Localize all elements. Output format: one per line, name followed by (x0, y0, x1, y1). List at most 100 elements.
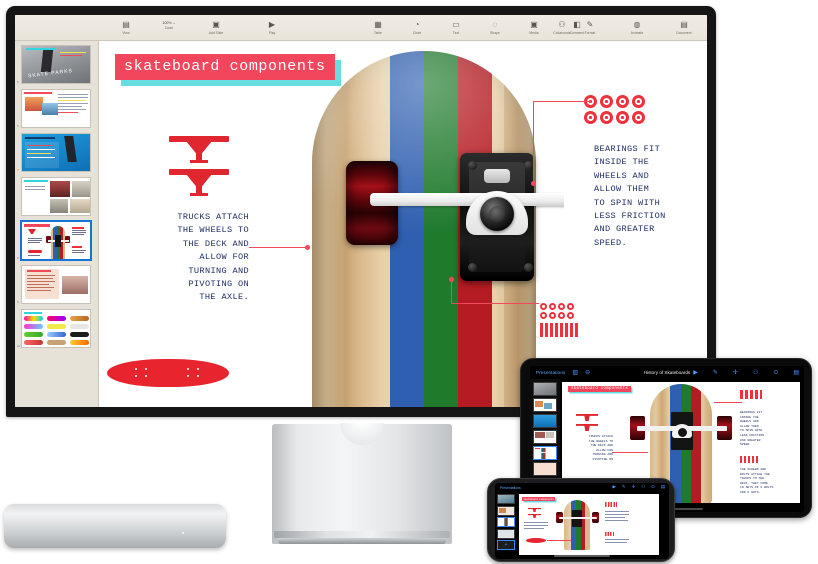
iphone-add-slide-button[interactable]: + (497, 540, 515, 550)
toolbar-button-table[interactable]: ▦ Table (365, 21, 391, 35)
skateboard-photo[interactable] (284, 41, 564, 407)
ipad-truck-icon-a (576, 414, 598, 421)
collaborate-icon[interactable]: ⚇ (753, 370, 758, 376)
iphone-toolbar[interactable]: Presentations ▶ ✎ ✛ ⚇ ⊙ ▤ (495, 483, 669, 492)
toolbar-left-group[interactable]: ▤ View 100% ⌄ Zoom ▣ Add Slide (113, 21, 233, 35)
ipad-presentations-button[interactable]: Presentations (536, 370, 565, 375)
more-icon[interactable]: ⊙ (651, 484, 655, 489)
toolbar-label-media: Media (529, 30, 539, 35)
ipad-slide-thumbnail[interactable] (533, 462, 557, 476)
bearing-ring (616, 111, 629, 124)
ipad-toolbar[interactable]: Presentations ▥ ⊖ History of Skateboards… (530, 366, 804, 379)
document-icon[interactable]: ▤ (793, 370, 799, 376)
slide-thumbnail-item[interactable]: SKATE PARKS 5 (17, 45, 92, 84)
callout-text-deck[interactable]: THE DECK IS THE PLATFORM (137, 405, 252, 407)
toolbar-button-animate[interactable]: ◍ Animate (620, 21, 654, 35)
iphone-slide-thumbnail[interactable] (497, 505, 515, 516)
sidebar-icon[interactable]: ▥ (572, 370, 578, 376)
iphone-presentations-button[interactable]: Presentations (500, 486, 521, 490)
format-icon[interactable]: ✎ (622, 484, 626, 489)
slide-thumbnail-item[interactable]: 10 (17, 309, 92, 348)
ipad-slide-thumbnail-current[interactable] (533, 446, 557, 460)
screw (560, 323, 563, 337)
slide-canvas[interactable]: skateboard components TRUCKS ATTACH THE … (99, 41, 707, 407)
screw (540, 323, 543, 337)
bearing-ring (600, 111, 613, 124)
ipad-callout-trucks: TRUCKS ATTACH THE WHEELS TO THE DECK AND… (588, 434, 613, 461)
iphone-slide-thumbnail[interactable] (497, 494, 515, 504)
toolbar-button-view[interactable]: ▤ View (113, 21, 139, 35)
toolbar-button-play[interactable]: ▶ Play (259, 21, 285, 35)
toolbar-button-document[interactable]: ▤ Document (667, 21, 701, 35)
bearing-ring (584, 111, 597, 124)
ipad-callout-screws: THE SCREWS AND BOLTS ATTACH THE TRUCKS T… (740, 467, 774, 494)
toolbar-button-media[interactable]: ▣ Media (521, 21, 547, 35)
zoom-icon[interactable]: ⊖ (585, 370, 590, 376)
collaborate-icon: ⚇ (558, 20, 566, 29)
collaborate-icon[interactable]: ⚇ (641, 484, 645, 489)
ipad-slide-thumbnail[interactable] (533, 414, 557, 428)
slide-thumbnail-item[interactable]: 7 (17, 133, 92, 172)
slide-thumbnail-item[interactable]: 9 (17, 265, 92, 304)
toolbar-right-group[interactable]: ✎ Format ◍ Animate ▤ Document (573, 21, 701, 35)
play-icon[interactable]: ▶ (612, 484, 615, 489)
toolbar-button-format[interactable]: ✎ Format (573, 21, 607, 35)
toolbar-label-shape: Shape (490, 30, 500, 35)
callout-text-trucks[interactable]: TRUCKS ATTACH THE WHEELS TO THE DECK AND… (127, 211, 249, 305)
slide-thumbnail-item[interactable]: 6 (17, 89, 92, 128)
toolbar-button-zoom[interactable]: 100% ⌄ Zoom (152, 21, 186, 30)
iphone-toolbar-right[interactable]: ▶ ✎ ✛ ⚇ ⊙ ▤ (612, 484, 665, 489)
iphone-slide-navigator[interactable]: + (495, 492, 517, 559)
ipad-slide-thumbnail[interactable] (533, 398, 557, 412)
keynote-toolbar[interactable]: ▤ View 100% ⌄ Zoom ▣ Add Slide ▶ Play ▦ … (15, 15, 707, 41)
mac-mini (4, 504, 226, 548)
screw (550, 323, 553, 337)
display-screen: ▤ View 100% ⌄ Zoom ▣ Add Slide ▶ Play ▦ … (15, 15, 707, 407)
iphone-leader-line (547, 540, 571, 541)
slide-thumbnail[interactable] (21, 89, 91, 128)
screw (565, 323, 568, 337)
ipad-slide-thumbnail[interactable] (533, 382, 557, 396)
slide-number: 8 (17, 256, 19, 260)
slide-number: 6 (17, 124, 19, 128)
slide-thumbnail-item-selected[interactable]: 8 (17, 220, 92, 261)
ipad-toolbar-right[interactable]: ▶ ✎ ✛ ⚇ ⊙ ▤ (686, 370, 799, 376)
slide-thumbnail-current[interactable] (20, 220, 92, 261)
slide-navigator[interactable]: SKATE PARKS 5 6 7 8 9 10 (15, 41, 99, 407)
slide-thumbnail[interactable] (21, 177, 91, 216)
truck-illustration-bottom (169, 169, 229, 196)
slide-thumbnail[interactable]: SKATE PARKS (21, 45, 91, 84)
iphone-slide-canvas[interactable]: skateboard components (519, 494, 659, 555)
iphone-slide-content: skateboard components (519, 494, 659, 555)
slide-thumbnail[interactable] (21, 309, 91, 348)
nut-ring (567, 303, 574, 310)
ipad-slide-thumbnail[interactable] (533, 430, 557, 444)
iphone-slide-thumbnail-current[interactable] (497, 517, 515, 527)
callout-text-bearings[interactable]: BEARINGS FIT INSIDE THE WHEELS AND ALLOW… (594, 143, 707, 250)
slide-thumbnail[interactable] (21, 133, 91, 172)
play-icon[interactable]: ▶ (693, 370, 698, 376)
more-icon[interactable]: ⊙ (773, 370, 778, 376)
document-icon: ▤ (680, 20, 688, 29)
toolbar-button-shape[interactable]: ◌ Shape (482, 21, 508, 35)
nut-ring (549, 303, 556, 310)
zoom-value: 100% ⌄ (162, 20, 176, 25)
slide-thumbnail[interactable] (21, 265, 91, 304)
format-icon[interactable]: ✎ (713, 370, 718, 376)
toolbar-button-chart[interactable]: ◔ Chart (404, 21, 430, 35)
nuts-illustration (540, 303, 574, 319)
add-icon[interactable]: ✛ (632, 484, 636, 489)
toolbar-button-add-slide[interactable]: ▣ Add Slide (199, 21, 233, 35)
add-icon[interactable]: ✛ (733, 370, 738, 376)
toolbar-label-play: Play (268, 30, 276, 35)
stand-base (274, 531, 450, 538)
iphone-screen[interactable]: Presentations ▶ ✎ ✛ ⚇ ⊙ ▤ + skateboard c… (495, 483, 669, 559)
toolbar-button-text[interactable]: ▭ Text (443, 21, 469, 35)
toolbar-play-group[interactable]: ▶ Play (259, 21, 285, 35)
animate-icon: ◍ (633, 20, 641, 29)
slide-title[interactable]: skateboard components (115, 54, 335, 80)
document-icon[interactable]: ▤ (661, 484, 665, 489)
iphone-slide-thumbnail[interactable] (497, 528, 515, 539)
toolbar-label-chart: Chart (412, 30, 422, 35)
slide-thumbnail-item[interactable] (21, 177, 92, 216)
